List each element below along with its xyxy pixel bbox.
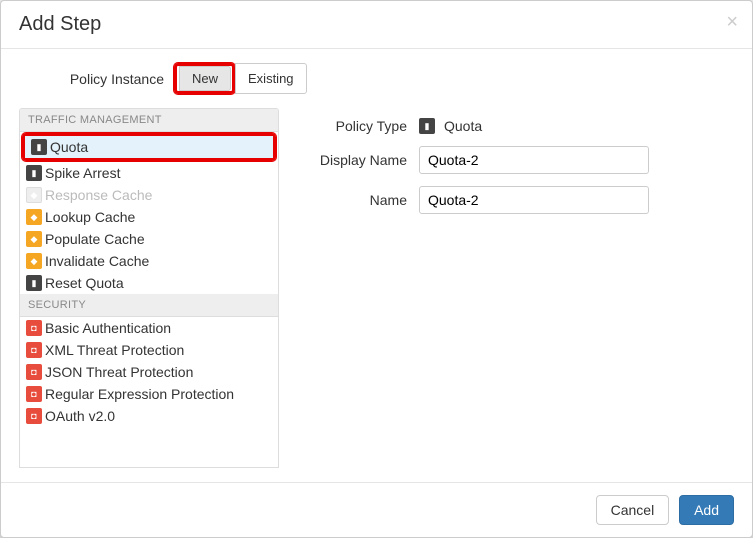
- policy-item-quota[interactable]: ▮Quota: [25, 136, 273, 158]
- policy-item-label: Reset Quota: [45, 275, 124, 291]
- policy-item-json-threat-protection[interactable]: ◘JSON Threat Protection: [20, 361, 278, 383]
- policy-type-label: Policy Type: [299, 118, 419, 134]
- policy-item-populate-cache[interactable]: ◆Populate Cache: [20, 228, 278, 250]
- display-name-input[interactable]: [419, 146, 649, 174]
- existing-button[interactable]: Existing: [235, 63, 307, 94]
- policy-item-basic-authentication[interactable]: ◘Basic Authentication: [20, 317, 278, 339]
- policy-item-oauth-v2-0[interactable]: ◘OAuth v2.0: [20, 405, 278, 427]
- policy-item-label: Spike Arrest: [45, 165, 120, 181]
- policy-item-label: Lookup Cache: [45, 209, 135, 225]
- policy-details: Policy Type ▮ Quota Display Name Name: [279, 108, 734, 468]
- policy-item-label: OAuth v2.0: [45, 408, 115, 424]
- policy-type-row: Policy Type ▮ Quota: [299, 118, 714, 134]
- shield-icon: ◘: [26, 364, 42, 380]
- highlight-new: New: [174, 63, 235, 94]
- name-row: Name: [299, 186, 714, 214]
- cache-icon: ◆: [26, 253, 42, 269]
- name-input[interactable]: [419, 186, 649, 214]
- name-label: Name: [299, 192, 419, 208]
- shield-icon: ◘: [26, 320, 42, 336]
- modal-header: Add Step ×: [1, 1, 752, 49]
- policy-instance-row: Policy Instance New Existing: [19, 63, 734, 94]
- quota-icon: ▮: [419, 118, 435, 134]
- policy-item-regular-expression-protection[interactable]: ◘Regular Expression Protection: [20, 383, 278, 405]
- cancel-button[interactable]: Cancel: [596, 495, 670, 525]
- shield-icon: ◘: [26, 386, 42, 402]
- modal-body: Policy Instance New Existing TRAFFIC MAN…: [1, 49, 752, 482]
- cache-icon: ◆: [26, 231, 42, 247]
- policy-type-text: Quota: [444, 118, 482, 134]
- policy-item-label: Regular Expression Protection: [45, 386, 234, 402]
- shield-icon: ◘: [26, 408, 42, 424]
- display-name-label: Display Name: [299, 152, 419, 168]
- policy-item-lookup-cache[interactable]: ◆Lookup Cache: [20, 206, 278, 228]
- new-button[interactable]: New: [179, 66, 231, 91]
- policy-sidebar[interactable]: TRAFFIC MANAGEMENT ▮Quota▮Spike Arrest◆R…: [19, 108, 279, 468]
- close-button[interactable]: ×: [726, 11, 738, 34]
- policy-item-label: Populate Cache: [45, 231, 145, 247]
- category-traffic: TRAFFIC MANAGEMENT: [20, 109, 278, 132]
- display-name-row: Display Name: [299, 146, 714, 174]
- cache-icon: ◆: [26, 187, 42, 203]
- policy-item-label: Quota: [50, 139, 88, 155]
- highlight-quota: ▮Quota: [22, 133, 276, 161]
- spike-icon: ▮: [26, 165, 42, 181]
- policy-type-value: ▮ Quota: [419, 118, 714, 134]
- policy-item-response-cache: ◆Response Cache: [20, 184, 278, 206]
- add-button[interactable]: Add: [679, 495, 734, 525]
- policy-item-label: XML Threat Protection: [45, 342, 184, 358]
- policy-item-xml-threat-protection[interactable]: ◘XML Threat Protection: [20, 339, 278, 361]
- modal-title: Add Step: [19, 13, 734, 36]
- policy-item-label: Response Cache: [45, 187, 152, 203]
- modal-footer: Cancel Add: [1, 482, 752, 537]
- policy-item-invalidate-cache[interactable]: ◆Invalidate Cache: [20, 250, 278, 272]
- policy-instance-label: Policy Instance: [19, 71, 174, 87]
- quota-icon: ▮: [31, 139, 47, 155]
- policy-item-reset-quota[interactable]: ▮Reset Quota: [20, 272, 278, 294]
- policy-instance-toggle: New Existing: [174, 63, 307, 94]
- add-step-modal: Add Step × Policy Instance New Existing …: [0, 0, 753, 538]
- cache-icon: ◆: [26, 209, 42, 225]
- shield-icon: ◘: [26, 342, 42, 358]
- policy-item-label: Basic Authentication: [45, 320, 171, 336]
- policy-item-label: Invalidate Cache: [45, 253, 149, 269]
- category-security: SECURITY: [20, 294, 278, 317]
- quota-icon: ▮: [26, 275, 42, 291]
- policy-item-spike-arrest[interactable]: ▮Spike Arrest: [20, 162, 278, 184]
- content-row: TRAFFIC MANAGEMENT ▮Quota▮Spike Arrest◆R…: [19, 108, 734, 468]
- policy-item-label: JSON Threat Protection: [45, 364, 193, 380]
